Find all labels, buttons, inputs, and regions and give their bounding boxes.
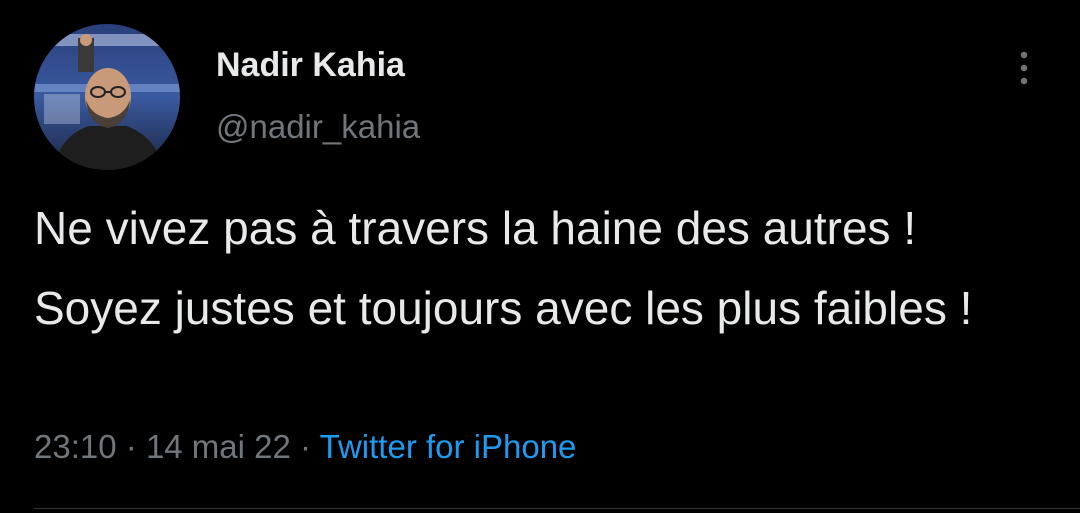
tweet-text: Ne vivez pas à travers la haine des autr… xyxy=(34,202,973,334)
meta-separator: · xyxy=(300,428,312,465)
tweet-time[interactable]: 23:10 xyxy=(34,428,117,465)
author-handle[interactable]: @nadir_kahia xyxy=(216,108,420,146)
tweet-card: Nadir Kahia @nadir_kahia Ne vivez pas à … xyxy=(0,0,1080,513)
tweet-source-link[interactable]: Twitter for iPhone xyxy=(320,428,577,465)
avatar-photo xyxy=(34,24,180,170)
author-name[interactable]: Nadir Kahia xyxy=(216,46,405,85)
meta-separator: · xyxy=(125,428,137,465)
more-options-button[interactable] xyxy=(1006,44,1042,92)
tweet-meta: 23:10 · 14 mai 22 · Twitter for iPhone xyxy=(34,428,576,466)
tweet-date[interactable]: 14 mai 22 xyxy=(146,428,291,465)
more-vertical-icon xyxy=(1020,51,1028,85)
avatar[interactable] xyxy=(34,24,180,170)
divider xyxy=(34,508,1080,509)
